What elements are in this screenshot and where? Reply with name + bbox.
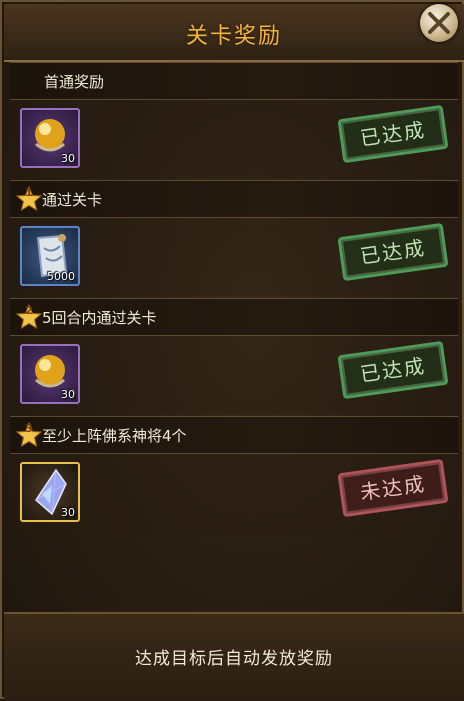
status-stamp-achieved: 已达成 — [337, 222, 449, 282]
item-count: 30 — [61, 506, 75, 519]
section-header-first-clear: 首通奖励 — [10, 62, 458, 100]
section-label: 至少上阵佛系神将4个 — [42, 427, 187, 445]
reward-row: 30 已达成 — [10, 336, 458, 414]
reward-item[interactable]: 30 — [20, 344, 80, 404]
status-stamp-achieved: 已达成 — [337, 104, 449, 164]
status-stamp-not-achieved: 未达成 — [337, 458, 449, 518]
section-header-clear-stage: 1 通过关卡 — [10, 180, 458, 218]
section-header-five-rounds: 2 5回合内通过关卡 — [10, 298, 458, 336]
star-number: 3 — [25, 422, 33, 435]
item-count: 30 — [61, 152, 75, 165]
footer-bar: 达成目标后自动发放奖励 — [4, 612, 464, 701]
reward-row: 5000 已达成 — [10, 218, 458, 296]
star-number: 2 — [25, 304, 33, 317]
item-count: 5000 — [47, 270, 75, 283]
reward-row: 30 未达成 — [10, 454, 458, 532]
section-header-deploy-buddha: 3 至少上阵佛系神将4个 — [10, 416, 458, 454]
status-stamp-achieved: 已达成 — [337, 340, 449, 400]
reward-panel: 关卡奖励 首通奖励 30 已达成 1 通过关卡 5000 已达成 2 5回合内通… — [0, 0, 464, 701]
reward-item[interactable]: 30 — [20, 462, 80, 522]
reward-item[interactable]: 5000 — [20, 226, 80, 286]
close-button[interactable] — [420, 4, 458, 42]
section-label: 5回合内通过关卡 — [42, 309, 157, 327]
star-number: 1 — [25, 186, 33, 199]
section-label: 通过关卡 — [42, 191, 103, 209]
reward-item[interactable]: 30 — [20, 108, 80, 168]
item-count: 30 — [61, 388, 75, 401]
reward-row: 30 已达成 — [10, 100, 458, 178]
title-bar: 关卡奖励 — [4, 4, 464, 62]
close-icon — [428, 12, 450, 34]
panel-title: 关卡奖励 — [185, 24, 282, 49]
section-label: 首通奖励 — [44, 73, 105, 91]
footer-note: 达成目标后自动发放奖励 — [135, 649, 333, 669]
